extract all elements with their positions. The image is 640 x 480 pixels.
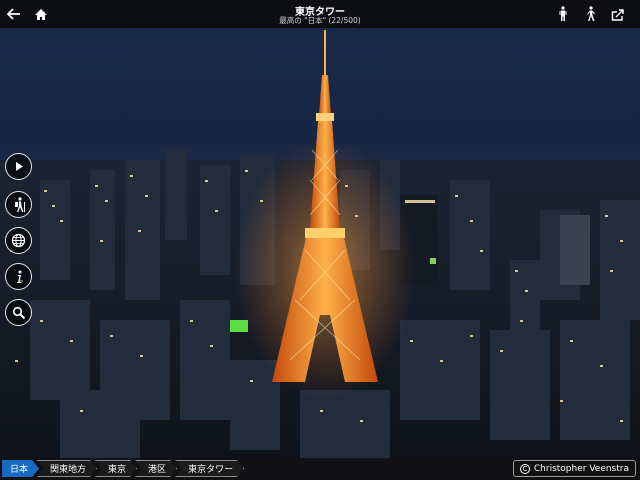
standing-figure-icon — [559, 6, 567, 21]
info-button[interactable] — [5, 263, 32, 290]
globe-icon — [11, 233, 26, 248]
top-navigation-bar: 東京タワー 最高の "日本" (22/500) — [0, 0, 640, 28]
search-button[interactable] — [5, 299, 32, 326]
copyright-icon: C — [519, 463, 530, 474]
globe-button[interactable] — [5, 227, 32, 254]
info-icon — [16, 270, 21, 283]
page-subtitle: 最高の "日本" (22/500) — [279, 16, 361, 25]
hiker-button[interactable] — [5, 191, 32, 218]
share-icon — [611, 8, 624, 21]
share-button[interactable] — [604, 0, 632, 28]
walking-figure-icon — [587, 6, 595, 21]
search-icon — [12, 306, 25, 319]
photo-credit[interactable]: C Christopher Veenstra — [512, 460, 636, 477]
breadcrumb-item-tokyo[interactable]: 東京 — [95, 460, 137, 477]
play-icon — [15, 162, 23, 171]
breadcrumb-item-minato[interactable]: 港区 — [135, 460, 177, 477]
photographer-name: Christopher Veenstra — [533, 463, 629, 474]
breadcrumb-item-japan[interactable]: 日本 — [2, 460, 39, 477]
hiker-icon — [14, 196, 25, 212]
standing-view-button[interactable] — [549, 0, 577, 28]
bottom-bar: 日本 関東地方 東京 港区 東京タワー C Christopher Veenst… — [0, 458, 640, 480]
tokyo-tower-photo — [0, 0, 640, 480]
breadcrumb-item-kanto[interactable]: 関東地方 — [37, 460, 97, 477]
breadcrumb-item-tokyo-tower[interactable]: 東京タワー — [175, 460, 244, 477]
walking-view-button[interactable] — [577, 0, 605, 28]
breadcrumb: 日本 関東地方 東京 港区 東京タワー — [2, 460, 242, 477]
play-slideshow-button[interactable] — [5, 153, 32, 180]
